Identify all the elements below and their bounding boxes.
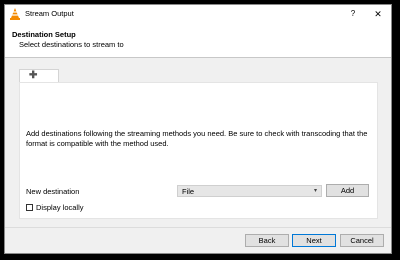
- stream-output-dialog: Stream Output ? ✕ Destination Setup Sele…: [4, 4, 392, 254]
- page-subtitle: Select destinations to stream to: [19, 40, 124, 49]
- title-bar: Stream Output ? ✕: [5, 5, 391, 23]
- display-locally-label[interactable]: Display locally: [36, 203, 84, 212]
- new-destination-label: New destination: [26, 187, 80, 196]
- window-title: Stream Output: [25, 9, 74, 18]
- plus-icon: ✚: [29, 70, 38, 81]
- back-button[interactable]: Back: [245, 234, 289, 247]
- page-title: Destination Setup: [12, 30, 76, 39]
- vlc-cone-icon: [10, 8, 20, 20]
- wizard-header: Destination Setup Select destinations to…: [5, 23, 391, 58]
- tab-add-destination[interactable]: ✚: [19, 69, 59, 83]
- next-button[interactable]: Next: [292, 234, 336, 247]
- destination-select-value: File: [182, 187, 195, 196]
- destination-panel: Add destinations following the streaming…: [19, 82, 378, 219]
- chevron-down-icon: ▾: [313, 188, 317, 194]
- destination-select[interactable]: File ▾: [177, 185, 322, 197]
- add-button[interactable]: Add: [326, 184, 369, 197]
- display-locally-checkbox[interactable]: [26, 204, 33, 211]
- footer-divider: [5, 227, 391, 228]
- info-text: Add destinations following the streaming…: [26, 129, 368, 148]
- destination-tabs: ✚: [19, 69, 389, 83]
- help-button[interactable]: ?: [346, 7, 360, 21]
- cancel-button[interactable]: Cancel: [340, 234, 384, 247]
- close-button[interactable]: ✕: [371, 7, 385, 21]
